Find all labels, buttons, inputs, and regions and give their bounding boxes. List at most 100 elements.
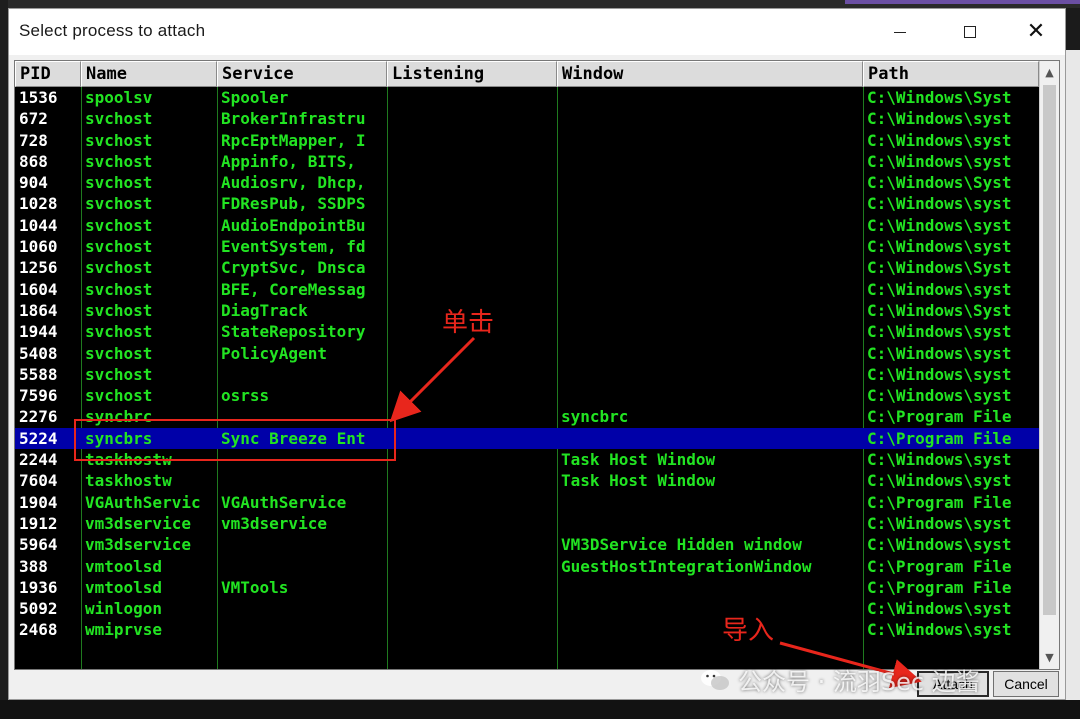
cell-listening xyxy=(387,236,557,257)
cell-service: PolicyAgent xyxy=(221,343,327,363)
cell-path: C:\Windows\syst xyxy=(867,364,1012,384)
column-header-service[interactable]: Service xyxy=(217,61,387,87)
cell-window: syncbrc xyxy=(561,407,629,427)
cell-pid: 1044 xyxy=(19,215,58,235)
cell-path: C:\Program File xyxy=(867,492,1012,512)
table-row[interactable]: 1028 svchost FDResPub, SSDPS C:\Windows\sys… xyxy=(15,193,1039,214)
table-row[interactable]: 388 vmtoolsd GuestHostIntegrationWindow C:\… xyxy=(15,556,1039,577)
table-header: PID Name Service Listening Window Path xyxy=(15,61,1039,87)
cell-path: C:\Windows\syst xyxy=(867,620,1012,640)
column-header-window[interactable]: Window xyxy=(557,61,863,87)
table-row[interactable]: 1604 svchost BFE, CoreMessag C:\Windows\sys… xyxy=(15,279,1039,300)
table-row[interactable]: 5408 svchost PolicyAgent C:\Windows\syst xyxy=(15,343,1039,364)
cell-name: svchost xyxy=(85,151,153,171)
cell-listening xyxy=(387,87,557,108)
cell-path: C:\Windows\syst xyxy=(867,279,1012,299)
cell-window xyxy=(557,108,863,129)
column-header-pid[interactable]: PID xyxy=(15,61,81,87)
cell-pid: 7596 xyxy=(19,386,58,406)
cell-path: C:\Windows\syst xyxy=(867,599,1012,619)
table-row[interactable]: 868 svchost Appinfo, BITS, C:\Windows\syst xyxy=(15,151,1039,172)
cell-name: svchost xyxy=(85,194,153,214)
cell-pid: 5588 xyxy=(19,364,58,384)
table-row[interactable]: 1256 svchost CryptSvc, Dnsca C:\Windows\Sys… xyxy=(15,257,1039,278)
cell-service: FDResPub, SSDPS xyxy=(221,194,366,214)
cell-service: VMTools xyxy=(221,577,289,597)
column-header-listening[interactable]: Listening xyxy=(387,61,557,87)
cell-window: VM3DService Hidden window xyxy=(561,535,802,555)
cell-window: Task Host Window xyxy=(561,471,716,491)
cell-path: C:\Windows\syst xyxy=(867,237,1012,257)
title-bar[interactable]: Select process to attach ✕ xyxy=(9,9,1065,55)
table-row[interactable]: 5588 svchost C:\Windows\syst xyxy=(15,364,1039,385)
close-button[interactable]: ✕ xyxy=(1013,9,1059,55)
cell-pid: 904 xyxy=(19,173,48,193)
cell-window xyxy=(557,151,863,172)
minimize-button[interactable] xyxy=(877,9,923,55)
cell-path: C:\Windows\syst xyxy=(867,322,1012,342)
cell-window xyxy=(557,385,863,406)
table-row[interactable]: 1536 spoolsv Spooler C:\Windows\Syst xyxy=(15,87,1039,108)
cell-path: C:\Windows\Syst xyxy=(867,300,1012,320)
cell-path: C:\Windows\syst xyxy=(867,130,1012,150)
cell-pid: 7604 xyxy=(19,471,58,491)
cell-name: vm3dservice xyxy=(85,535,191,555)
table-row[interactable]: 1912 vm3dservice vm3dservice C:\Windows\sys… xyxy=(15,513,1039,534)
cell-service: osrss xyxy=(221,386,270,406)
cell-window xyxy=(557,193,863,214)
cell-name: spoolsv xyxy=(85,88,153,107)
table-row[interactable]: 2468 wmiprvse C:\Windows\syst xyxy=(15,619,1039,640)
table-row[interactable]: 1904 VGAuthServic VGAuthService C:\Program … xyxy=(15,492,1039,513)
cell-path: C:\Windows\syst xyxy=(867,194,1012,214)
cell-listening xyxy=(387,279,557,300)
cell-path: C:\Program File xyxy=(867,407,1012,427)
cell-listening xyxy=(387,257,557,278)
table-row[interactable]: 5092 winlogon C:\Windows\syst xyxy=(15,598,1039,619)
cell-window xyxy=(557,215,863,236)
cell-path: C:\Windows\syst xyxy=(867,109,1012,129)
vertical-scrollbar[interactable]: ▲ ▼ xyxy=(1039,61,1059,669)
cell-name: svchost xyxy=(85,343,153,363)
cell-service xyxy=(217,470,387,491)
maximize-button[interactable] xyxy=(947,9,993,55)
cell-path: C:\Windows\syst xyxy=(867,215,1012,235)
cell-listening xyxy=(387,215,557,236)
table-row[interactable]: 1936 vmtoolsd VMTools C:\Program File xyxy=(15,577,1039,598)
background-right xyxy=(1066,50,1080,719)
column-header-name[interactable]: Name xyxy=(81,61,217,87)
column-header-path[interactable]: Path xyxy=(863,61,1039,87)
cell-window xyxy=(557,343,863,364)
scroll-down-arrow-icon[interactable]: ▼ xyxy=(1040,648,1059,667)
table-row[interactable]: 1944 svchost StateRepository C:\Windows\sys… xyxy=(15,321,1039,342)
annotation-import-label: 导入 xyxy=(722,616,775,646)
cell-listening xyxy=(387,406,557,427)
watermark-text: 公众号 · 流羽Sec 边酱 xyxy=(738,668,980,696)
cell-window xyxy=(557,130,863,151)
scrollbar-thumb[interactable] xyxy=(1043,85,1056,615)
table-row[interactable]: 672 svchost BrokerInfrastru C:\Windows\syst xyxy=(15,108,1039,129)
table-row[interactable]: 1864 svchost DiagTrack C:\Windows\Syst xyxy=(15,300,1039,321)
cell-pid: 5964 xyxy=(19,535,58,555)
table-row[interactable]: 728 svchost RpcEptMapper, I C:\Windows\syst xyxy=(15,130,1039,151)
cell-name: svchost xyxy=(85,173,153,193)
minimize-icon xyxy=(894,31,906,33)
cell-window xyxy=(557,172,863,193)
cell-window xyxy=(557,279,863,300)
table-row[interactable]: 7596 svchost osrss C:\Windows\syst xyxy=(15,385,1039,406)
process-table[interactable]: PID Name Service Listening Window Path 1… xyxy=(14,60,1060,670)
cell-window xyxy=(557,577,863,598)
cell-pid: 1912 xyxy=(19,513,58,533)
cell-window xyxy=(557,513,863,534)
cell-pid: 388 xyxy=(19,556,48,576)
table-row[interactable]: 7604 taskhostw Task Host Window C:\Windows\… xyxy=(15,470,1039,491)
table-row[interactable]: 1060 svchost EventSystem, fd C:\Windows\sys… xyxy=(15,236,1039,257)
cell-listening xyxy=(387,172,557,193)
cell-service: RpcEptMapper, I xyxy=(221,130,366,150)
cell-window xyxy=(557,428,863,449)
table-row[interactable]: 904 svchost Audiosrv, Dhcp, C:\Windows\Syst xyxy=(15,172,1039,193)
cell-service xyxy=(217,364,387,385)
cancel-button[interactable]: Cancel xyxy=(993,671,1059,697)
table-row[interactable]: 1044 svchost AudioEndpointBu C:\Windows\sys… xyxy=(15,215,1039,236)
table-row[interactable]: 5964 vm3dservice VM3DService Hidden window… xyxy=(15,534,1039,555)
scroll-up-arrow-icon[interactable]: ▲ xyxy=(1040,63,1059,82)
